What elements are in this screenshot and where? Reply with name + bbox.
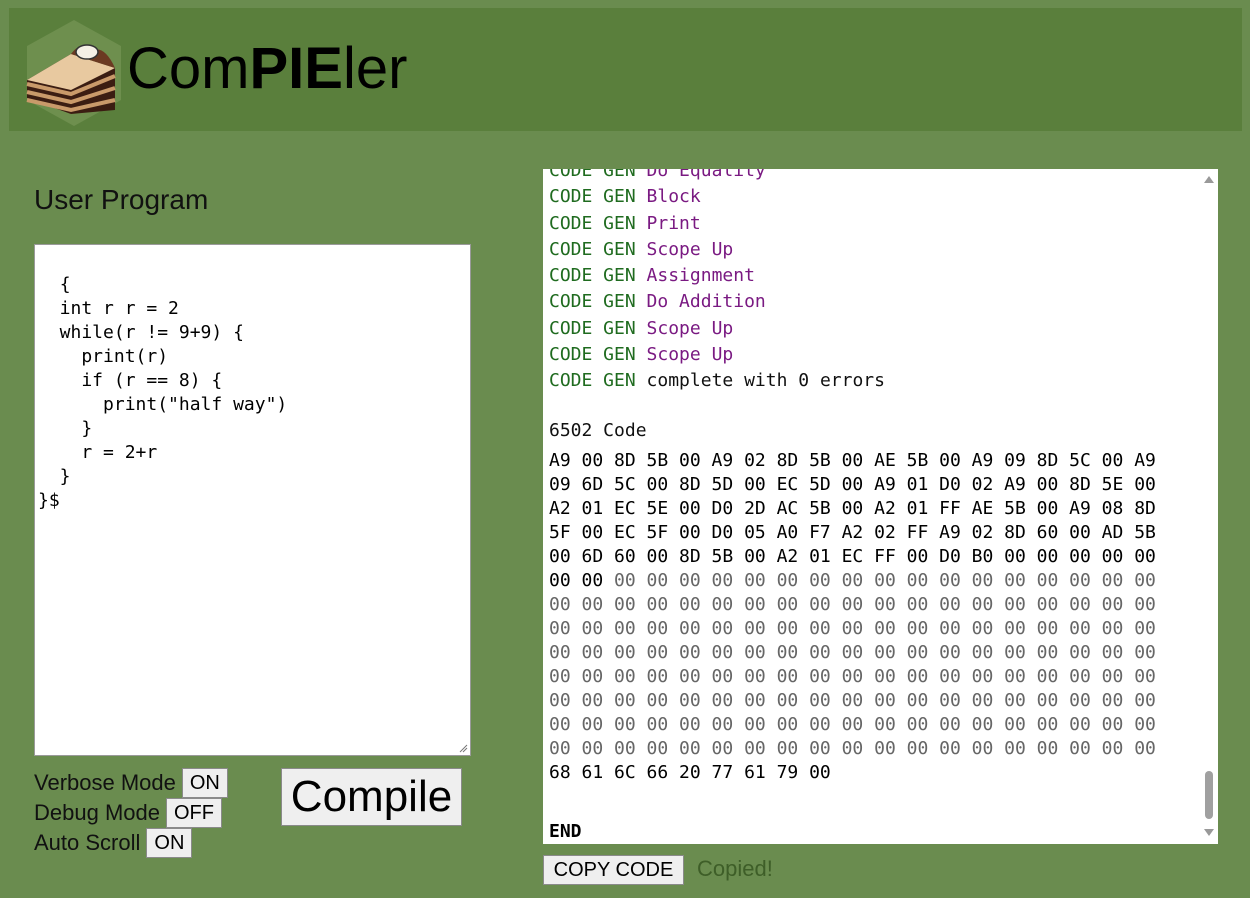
- codegen-line: CODE GEN Scope Up: [549, 237, 1199, 263]
- codegen-tag: CODE GEN: [549, 169, 636, 181]
- codegen-text: Scope Up: [646, 317, 734, 339]
- hex-output: A9 00 8D 5B 00 A9 02 8D 5B 00 AE 5B 00 A…: [549, 449, 1156, 785]
- hex-line: A2 01 EC 5E 00 D0 2D AC 5B 00 A2 01 FF A…: [549, 497, 1156, 521]
- scroll-down-arrow-icon: [1204, 829, 1214, 836]
- resize-grip-icon[interactable]: [458, 743, 468, 753]
- hex-line: 00 00 00 00 00 00 00 00 00 00 00 00 00 0…: [549, 641, 1156, 665]
- codegen-text: Scope Up: [646, 344, 734, 366]
- hex-bytes: A9 00 8D 5B 00 A9 02 8D 5B 00 AE 5B 00 A…: [549, 450, 1156, 471]
- hex-padding: 00 00 00 00 00 00 00 00 00 00 00 00 00 0…: [549, 594, 1156, 615]
- codegen-text: Do Addition: [646, 291, 766, 313]
- pie-slice-logo-icon: [19, 18, 129, 128]
- hex-bytes: A2 01 EC 5E 00 D0 2D AC 5B 00 A2 01 FF A…: [549, 498, 1156, 519]
- hex-line: 00 00 00 00 00 00 00 00 00 00 00 00 00 0…: [549, 617, 1156, 641]
- codegen-line: CODE GEN Scope Up: [549, 316, 1199, 342]
- hex-bytes: 00 00: [549, 570, 604, 591]
- output-scrollbar[interactable]: [1200, 169, 1218, 844]
- end-marker: END: [549, 821, 582, 842]
- codegen-line: CODE GEN Do Equality: [549, 169, 1199, 184]
- program-code[interactable]: { int r r = 2 while(r != 9+9) { print(r)…: [38, 274, 287, 511]
- output-panel[interactable]: CODE GEN Do Equality CODE GEN Block CODE G…: [543, 169, 1218, 844]
- scroll-up-arrow-icon: [1204, 176, 1214, 183]
- codegen-tag: CODE GEN: [549, 344, 636, 366]
- codegen-tag: CODE GEN: [549, 238, 636, 260]
- auto-scroll-toggle[interactable]: ON: [146, 828, 193, 858]
- copy-code-button[interactable]: COPY CODE: [543, 855, 684, 885]
- auto-scroll-label: Auto Scroll: [34, 830, 141, 855]
- codegen-line: CODE GEN Assignment: [549, 263, 1199, 289]
- hex-line: 5F 00 EC 5F 00 D0 05 A0 F7 A2 02 FF A9 0…: [549, 521, 1156, 545]
- compile-button[interactable]: Compile: [281, 768, 462, 826]
- codegen-text: Print: [646, 212, 701, 234]
- codegen-tag: CODE GEN: [549, 291, 636, 313]
- hex-line: 68 61 6C 66 20 77 61 79 00: [549, 761, 1156, 785]
- hex-line: 00 00 00 00 00 00 00 00 00 00 00 00 00 0…: [549, 593, 1156, 617]
- verbose-mode-label: Verbose Mode: [34, 770, 176, 795]
- codegen-tag: CODE GEN: [549, 186, 636, 208]
- hex-padding: 00 00 00 00 00 00 00 00 00 00 00 00 00 0…: [549, 690, 1156, 711]
- title-bold: PIE: [249, 36, 343, 101]
- hex-padding: 00 00 00 00 00 00 00 00 00 00 00 00 00 0…: [549, 618, 1156, 639]
- hex-line: 00 00 00 00 00 00 00 00 00 00 00 00 00 0…: [549, 713, 1156, 737]
- hex-line: 09 6D 5C 00 8D 5D 00 EC 5D 00 A9 01 D0 0…: [549, 473, 1156, 497]
- codegen-tag: CODE GEN: [549, 370, 636, 392]
- codegen-line: CODE GEN complete with 0 errors: [549, 368, 1199, 394]
- debug-mode-row: Debug Mode OFF: [34, 798, 222, 828]
- scroll-thumb: [1205, 771, 1213, 819]
- verbose-mode-toggle[interactable]: ON: [181, 768, 228, 798]
- hex-padding: 00 00 00 00 00 00 00 00 00 00 00 00 00 0…: [549, 642, 1156, 663]
- user-program-label: User Program: [34, 184, 209, 215]
- hex-bytes: 09 6D 5C 00 8D 5D 00 EC 5D 00 A9 01 D0 0…: [549, 474, 1156, 495]
- hex-padding: 00 00 00 00 00 00 00 00 00 00 00 00 00 0…: [549, 714, 1156, 735]
- codegen-log: CODE GEN Do Equality CODE GEN Block CODE G…: [549, 169, 1199, 395]
- title-suffix: ler: [342, 36, 408, 101]
- auto-scroll-row: Auto Scroll ON: [34, 828, 193, 858]
- hex-bytes: 68 61 6C 66 20 77 61 79 00: [549, 762, 831, 783]
- codegen-text: Scope Up: [646, 238, 734, 260]
- debug-mode-label: Debug Mode: [34, 800, 160, 825]
- hex-padding: 00 00 00 00 00 00 00 00 00 00 00 00 00 0…: [603, 570, 1156, 591]
- codegen-text: Do Equality: [646, 169, 766, 181]
- hex-line: 00 00 00 00 00 00 00 00 00 00 00 00 00 0…: [549, 737, 1156, 761]
- hex-line: 00 00 00 00 00 00 00 00 00 00 00 00 00 0…: [549, 689, 1156, 713]
- codegen-text: complete with 0 errors: [646, 370, 885, 392]
- codegen-line: CODE GEN Do Addition: [549, 289, 1199, 315]
- codegen-tag: CODE GEN: [549, 265, 636, 287]
- codegen-tag: CODE GEN: [549, 317, 636, 339]
- hex-padding: 00 00 00 00 00 00 00 00 00 00 00 00 00 0…: [549, 666, 1156, 687]
- hex-line: 00 00 00 00 00 00 00 00 00 00 00 00 00 0…: [549, 665, 1156, 689]
- code-section-title: 6502 Code: [549, 420, 647, 441]
- codegen-tag: CODE GEN: [549, 212, 636, 234]
- debug-mode-toggle[interactable]: OFF: [165, 798, 222, 828]
- hex-padding: 00 00 00 00 00 00 00 00 00 00 00 00 00 0…: [549, 738, 1156, 759]
- hex-bytes: 00 6D 60 00 8D 5B 00 A2 01 EC FF 00 D0 B…: [549, 546, 1156, 567]
- codegen-line: CODE GEN Scope Up: [549, 342, 1199, 368]
- app-title: ComPIEler: [127, 40, 407, 98]
- hex-line: 00 00 00 00 00 00 00 00 00 00 00 00 00 0…: [549, 569, 1156, 593]
- verbose-mode-row: Verbose Mode ON: [34, 768, 228, 798]
- hex-line: 00 6D 60 00 8D 5B 00 A2 01 EC FF 00 D0 B…: [549, 545, 1156, 569]
- header-bar: ComPIEler: [9, 8, 1242, 131]
- title-prefix: Com: [127, 36, 250, 101]
- codegen-text: Block: [646, 186, 701, 208]
- copied-status: Copied!: [697, 856, 773, 881]
- hex-bytes: 5F 00 EC 5F 00 D0 05 A0 F7 A2 02 FF A9 0…: [549, 522, 1156, 543]
- codegen-line: CODE GEN Block: [549, 184, 1199, 210]
- program-editor[interactable]: { int r r = 2 while(r != 9+9) { print(r)…: [34, 244, 471, 756]
- hex-line: A9 00 8D 5B 00 A9 02 8D 5B 00 AE 5B 00 A…: [549, 449, 1156, 473]
- codegen-line: CODE GEN Print: [549, 211, 1199, 237]
- codegen-text: Assignment: [646, 265, 755, 287]
